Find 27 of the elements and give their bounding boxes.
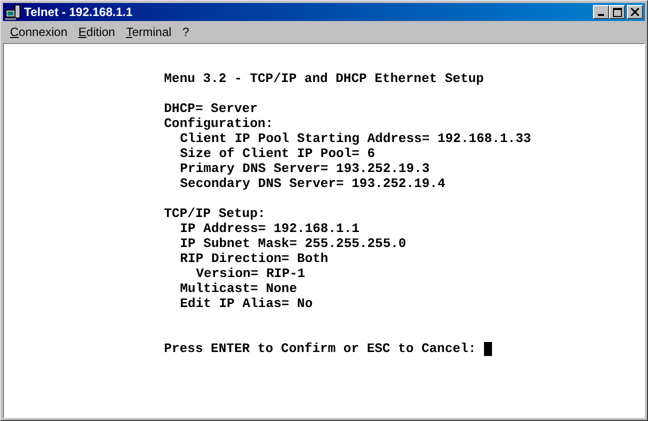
- menu-item[interactable]: Edition: [78, 23, 116, 41]
- menu-item[interactable]: Terminal: [126, 23, 172, 41]
- menu-heading: Menu 3.2 - TCP/IP and DHCP Ethernet Setup: [164, 71, 484, 86]
- terminal-line: TCP/IP Setup:: [164, 206, 266, 221]
- terminal-line: Primary DNS Server= 193.252.19.3: [180, 161, 430, 176]
- window-title: Telnet - 192.168.1.1: [24, 4, 133, 21]
- maximize-icon: [612, 8, 622, 16]
- menu-item[interactable]: Connexion: [10, 23, 68, 41]
- minimize-button[interactable]: [593, 5, 609, 19]
- terminal-line: Secondary DNS Server= 193.252.19.4: [180, 176, 446, 191]
- terminal-line: Configuration:: [164, 116, 274, 131]
- confirm-prompt: Press ENTER to Confirm or ESC to Cancel:: [164, 341, 476, 356]
- terminal-line: Version= RIP-1: [196, 266, 306, 281]
- terminal-line: IP Address= 192.168.1.1: [180, 221, 360, 236]
- terminal-line: Multicast= None: [180, 281, 298, 296]
- computer-icon: [5, 4, 21, 20]
- terminal-line: Client IP Pool Starting Address= 192.168.1.33: [180, 131, 532, 146]
- close-button[interactable]: [627, 5, 643, 19]
- close-icon: [631, 8, 639, 16]
- maximize-button[interactable]: [609, 5, 625, 19]
- text-cursor: [484, 342, 492, 356]
- terminal-line: IP Subnet Mask= 255.255.255.0: [180, 236, 406, 251]
- terminal-line: DHCP= Server: [164, 101, 258, 116]
- menu-item[interactable]: ?: [182, 23, 190, 41]
- terminal-line: Size of Client IP Pool= 6: [180, 146, 376, 161]
- terminal-line: RIP Direction= Both: [180, 251, 328, 266]
- terminal-line: Edit IP Alias= No: [180, 296, 313, 311]
